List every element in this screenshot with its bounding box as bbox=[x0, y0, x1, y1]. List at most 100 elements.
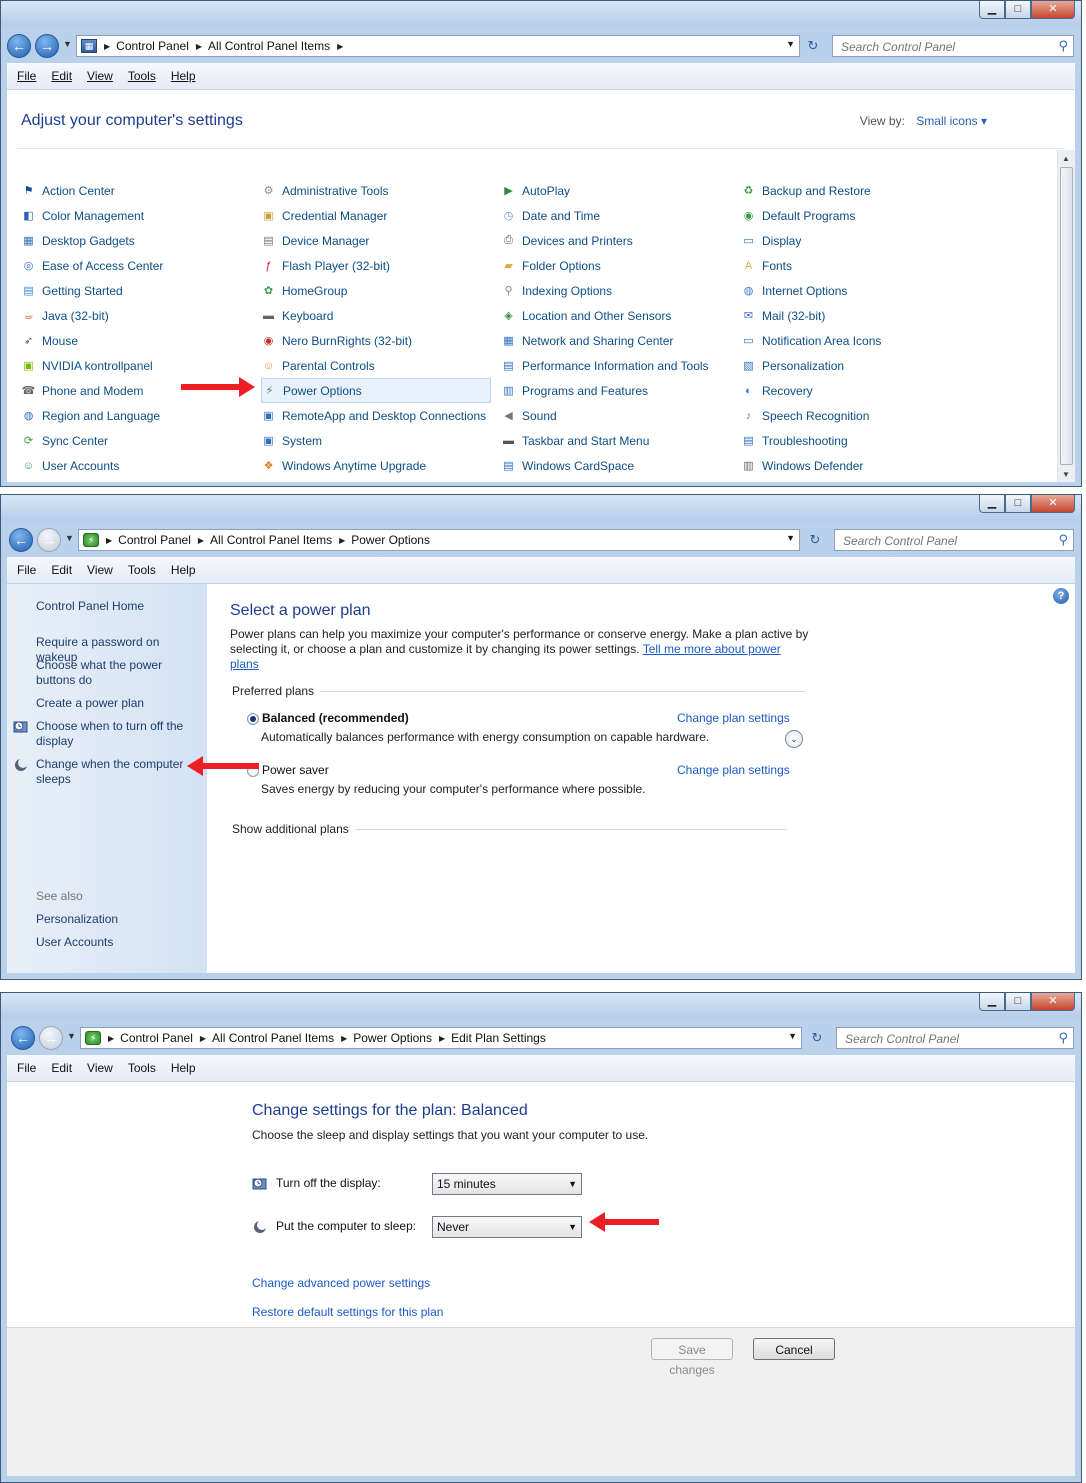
back-button[interactable]: ← bbox=[11, 1026, 35, 1050]
expand-chevron-icon[interactable]: ⌄ bbox=[785, 730, 803, 748]
scroll-down-icon[interactable]: ▼ bbox=[1062, 470, 1070, 479]
menu-file[interactable]: File bbox=[17, 69, 36, 83]
cp-item-internet-options[interactable]: ◍ Internet Options bbox=[741, 278, 981, 303]
cp-item-fonts[interactable]: A Fonts bbox=[741, 253, 981, 278]
cp-item-performance-information-and-tools[interactable]: ▤ Performance Information and Tools bbox=[501, 353, 741, 378]
cancel-button[interactable]: Cancel bbox=[753, 1338, 835, 1360]
cp-item-region-and-language[interactable]: ◍ Region and Language bbox=[21, 403, 261, 428]
cp-item-personalization[interactable]: ▧ Personalization bbox=[741, 353, 981, 378]
help-icon[interactable]: ? bbox=[1053, 588, 1069, 604]
menu-edit[interactable]: Edit bbox=[51, 563, 72, 577]
cp-item-taskbar-and-start-menu[interactable]: ▬ Taskbar and Start Menu bbox=[501, 428, 741, 453]
cp-item-notification-area-icons[interactable]: ▭ Notification Area Icons bbox=[741, 328, 981, 353]
cp-item-flash-player-32-bit[interactable]: ƒ Flash Player (32-bit) bbox=[261, 253, 501, 278]
cp-item-device-manager[interactable]: ▤ Device Manager bbox=[261, 228, 501, 253]
cp-item-system[interactable]: ▣ System bbox=[261, 428, 501, 453]
cp-item-troubleshooting[interactable]: ▤ Troubleshooting bbox=[741, 428, 981, 453]
breadcrumb-control-panel[interactable]: Control Panel bbox=[120, 1031, 193, 1045]
refresh-icon[interactable]: ↻ bbox=[804, 529, 826, 551]
forward-button[interactable]: → bbox=[37, 528, 61, 552]
minimize-button[interactable]: ▁ bbox=[979, 495, 1005, 513]
sidebar-control-panel-home[interactable]: Control Panel Home bbox=[36, 599, 204, 614]
breadcrumb-separator[interactable]: ▶ bbox=[196, 42, 202, 51]
cp-item-devices-and-printers[interactable]: ⎙ Devices and Printers bbox=[501, 228, 741, 253]
menu-view[interactable]: View bbox=[87, 69, 113, 83]
cp-item-administrative-tools[interactable]: ⚙ Administrative Tools bbox=[261, 178, 501, 203]
menu-edit[interactable]: Edit bbox=[51, 1061, 72, 1075]
breadcrumb-edit-plan-settings[interactable]: Edit Plan Settings bbox=[451, 1031, 546, 1045]
cp-item-programs-and-features[interactable]: ▥ Programs and Features bbox=[501, 378, 741, 403]
menu-tools[interactable]: Tools bbox=[128, 69, 156, 83]
turn-off-display-select[interactable]: 15 minutes ▼ bbox=[432, 1173, 582, 1195]
menu-view[interactable]: View bbox=[87, 563, 113, 577]
search-input[interactable] bbox=[843, 1029, 1048, 1049]
cp-item-recovery[interactable]: ◐ Recovery bbox=[741, 378, 981, 403]
cp-item-power-options[interactable]: ⚡ Power Options bbox=[261, 378, 491, 403]
cp-item-default-programs[interactable]: ◉ Default Programs bbox=[741, 203, 981, 228]
breadcrumb-all-items[interactable]: All Control Panel Items bbox=[208, 39, 330, 53]
cp-item-windows-anytime-upgrade[interactable]: ❖ Windows Anytime Upgrade bbox=[261, 453, 501, 478]
cp-item-homegroup[interactable]: ✿ HomeGroup bbox=[261, 278, 501, 303]
menu-help[interactable]: Help bbox=[171, 1061, 196, 1075]
menu-tools[interactable]: Tools bbox=[128, 563, 156, 577]
menu-view[interactable]: View bbox=[87, 1061, 113, 1075]
close-button[interactable]: ✕ bbox=[1031, 1, 1075, 19]
close-button[interactable]: ✕ bbox=[1031, 993, 1075, 1011]
breadcrumb-separator[interactable]: ▶ bbox=[337, 42, 343, 51]
maximize-button[interactable]: □ bbox=[1005, 1, 1031, 19]
cp-item-display[interactable]: ▭ Display bbox=[741, 228, 981, 253]
back-button[interactable]: ← bbox=[7, 34, 31, 58]
sidebar-create-plan[interactable]: Create a power plan bbox=[36, 696, 204, 711]
refresh-icon[interactable]: ↻ bbox=[802, 35, 824, 57]
breadcrumb-power-options[interactable]: Power Options bbox=[351, 533, 430, 547]
address-bar[interactable]: ⚡ ▶ Control Panel ▶ All Control Panel It… bbox=[80, 1027, 802, 1049]
recent-pages-dropdown[interactable]: ▼ bbox=[65, 533, 74, 543]
search-box[interactable]: ⚲ bbox=[836, 1027, 1074, 1049]
cp-item-desktop-gadgets[interactable]: ▦ Desktop Gadgets bbox=[21, 228, 261, 253]
cp-item-mouse[interactable]: ➶ Mouse bbox=[21, 328, 261, 353]
breadcrumb-separator[interactable]: ▶ bbox=[106, 536, 112, 545]
forward-button[interactable]: → bbox=[35, 34, 59, 58]
cp-item-sound[interactable]: ◀ Sound bbox=[501, 403, 741, 428]
address-dropdown-icon[interactable]: ▼ bbox=[786, 39, 795, 49]
cp-item-ease-of-access-center[interactable]: ◎ Ease of Access Center bbox=[21, 253, 261, 278]
scroll-up-icon[interactable]: ▲ bbox=[1062, 154, 1070, 163]
maximize-button[interactable]: □ bbox=[1005, 993, 1031, 1011]
cp-item-date-and-time[interactable]: ◷ Date and Time bbox=[501, 203, 741, 228]
cp-item-network-and-sharing-center[interactable]: ▦ Network and Sharing Center bbox=[501, 328, 741, 353]
forward-button[interactable]: → bbox=[39, 1026, 63, 1050]
cp-item-indexing-options[interactable]: ⚲ Indexing Options bbox=[501, 278, 741, 303]
breadcrumb-all-items[interactable]: All Control Panel Items bbox=[212, 1031, 334, 1045]
cp-item-windows-cardspace[interactable]: ▤ Windows CardSpace bbox=[501, 453, 741, 478]
balanced-change-settings-link[interactable]: Change plan settings bbox=[677, 711, 790, 725]
sidebar-turn-off-display[interactable]: Choose when to turn off the display bbox=[36, 719, 201, 749]
breadcrumb-separator[interactable]: ▶ bbox=[200, 1034, 206, 1043]
search-input[interactable] bbox=[839, 37, 1047, 57]
close-button[interactable]: ✕ bbox=[1031, 495, 1075, 513]
cp-item-windows-defender[interactable]: ▥ Windows Defender bbox=[741, 453, 981, 478]
address-dropdown-icon[interactable]: ▼ bbox=[786, 533, 795, 543]
search-input[interactable] bbox=[841, 531, 1048, 551]
cp-item-keyboard[interactable]: ▬ Keyboard bbox=[261, 303, 501, 328]
sidebar-power-buttons[interactable]: Choose what the power buttons do bbox=[36, 658, 186, 688]
back-button[interactable]: ← bbox=[9, 528, 33, 552]
advanced-power-settings-link[interactable]: Change advanced power settings bbox=[252, 1276, 430, 1290]
menu-help[interactable]: Help bbox=[171, 563, 196, 577]
balanced-plan-name[interactable]: Balanced (recommended) bbox=[262, 711, 409, 725]
cp-item-user-accounts[interactable]: ☺ User Accounts bbox=[21, 453, 261, 478]
cp-item-folder-options[interactable]: ▰ Folder Options bbox=[501, 253, 741, 278]
sleep-select[interactable]: Never ▼ bbox=[432, 1216, 582, 1238]
cp-item-color-management[interactable]: ◧ Color Management bbox=[21, 203, 261, 228]
breadcrumb-separator[interactable]: ▶ bbox=[339, 536, 345, 545]
cp-item-remoteapp-and-desktop-connections[interactable]: ▣ RemoteApp and Desktop Connections bbox=[261, 403, 501, 428]
cp-item-nvidia-kontrollpanel[interactable]: ▣ NVIDIA kontrollpanel bbox=[21, 353, 261, 378]
breadcrumb-separator[interactable]: ▶ bbox=[341, 1034, 347, 1043]
address-dropdown-icon[interactable]: ▼ bbox=[788, 1031, 797, 1041]
title-bar[interactable]: ▁ □ ✕ bbox=[1, 495, 1081, 521]
search-icon[interactable]: ⚲ bbox=[1058, 532, 1068, 548]
cp-item-autoplay[interactable]: ▶ AutoPlay bbox=[501, 178, 741, 203]
view-by-dropdown[interactable]: Small icons ▾ bbox=[916, 114, 987, 128]
breadcrumb-all-items[interactable]: All Control Panel Items bbox=[210, 533, 332, 547]
search-box[interactable]: ⚲ bbox=[834, 529, 1074, 551]
breadcrumb-control-panel[interactable]: Control Panel bbox=[116, 39, 189, 53]
